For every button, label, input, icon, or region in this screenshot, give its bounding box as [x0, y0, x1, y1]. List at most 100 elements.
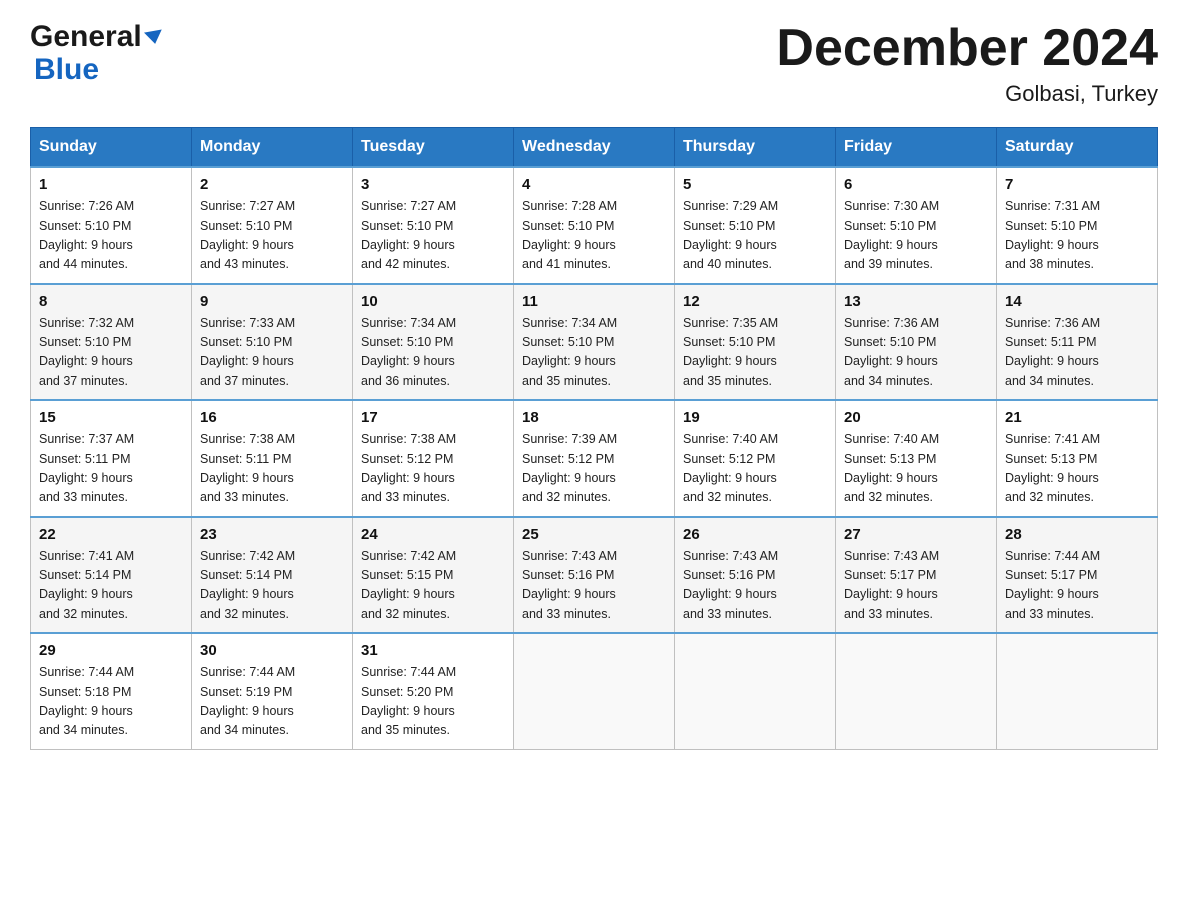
- day-number: 27: [844, 526, 988, 543]
- day-info: Sunrise: 7:43 AMSunset: 5:16 PMDaylight:…: [683, 547, 827, 625]
- table-row: 13 Sunrise: 7:36 AMSunset: 5:10 PMDayligh…: [836, 284, 997, 401]
- day-info: Sunrise: 7:28 AMSunset: 5:10 PMDaylight:…: [522, 197, 666, 275]
- header-wednesday: Wednesday: [514, 128, 675, 168]
- table-row: 8 Sunrise: 7:32 AMSunset: 5:10 PMDaylight…: [31, 284, 192, 401]
- table-row: 27 Sunrise: 7:43 AMSunset: 5:17 PMDayligh…: [836, 517, 997, 634]
- logo: General Blue: [30, 20, 163, 86]
- day-number: 26: [683, 526, 827, 543]
- title-section: December 2024 Golbasi, Turkey: [776, 20, 1158, 107]
- day-number: 24: [361, 526, 505, 543]
- day-number: 12: [683, 293, 827, 310]
- day-number: 8: [39, 293, 183, 310]
- table-row: 14 Sunrise: 7:36 AMSunset: 5:11 PMDayligh…: [997, 284, 1158, 401]
- table-row: 19 Sunrise: 7:40 AMSunset: 5:12 PMDayligh…: [675, 400, 836, 517]
- table-row: 18Sunrise: 7:39 AMSunset: 5:12 PMDayligh…: [514, 400, 675, 517]
- day-info: Sunrise: 7:27 AMSunset: 5:10 PMDaylight:…: [200, 197, 344, 275]
- day-number: 18: [522, 409, 666, 426]
- day-info: Sunrise: 7:44 AMSunset: 5:20 PMDaylight:…: [361, 663, 505, 741]
- day-info: Sunrise: 7:41 AMSunset: 5:13 PMDaylight:…: [1005, 430, 1149, 508]
- day-info: Sunrise: 7:42 AMSunset: 5:15 PMDaylight:…: [361, 547, 505, 625]
- day-info: Sunrise: 7:43 AMSunset: 5:16 PMDaylight:…: [522, 547, 666, 625]
- table-row: 5Sunrise: 7:29 AMSunset: 5:10 PMDaylight…: [675, 167, 836, 284]
- day-number: 7: [1005, 176, 1149, 193]
- day-info: Sunrise: 7:36 AMSunset: 5:10 PMDaylight:…: [844, 314, 988, 392]
- day-number: 14: [1005, 293, 1149, 310]
- table-row: 1 Sunrise: 7:26 AMSunset: 5:10 PMDaylight…: [31, 167, 192, 284]
- day-number: 10: [361, 293, 505, 310]
- day-info: Sunrise: 7:43 AMSunset: 5:17 PMDaylight:…: [844, 547, 988, 625]
- page-header: General Blue December 2024 Golbasi, Turk…: [30, 20, 1158, 107]
- day-number: 9: [200, 293, 344, 310]
- day-number: 29: [39, 642, 183, 659]
- table-row: 30Sunrise: 7:44 AMSunset: 5:19 PMDayligh…: [192, 633, 353, 749]
- table-row: 29 Sunrise: 7:44 AMSunset: 5:18 PMDayligh…: [31, 633, 192, 749]
- day-number: 17: [361, 409, 505, 426]
- day-info: Sunrise: 7:44 AMSunset: 5:17 PMDaylight:…: [1005, 547, 1149, 625]
- calendar-week-row: 22Sunrise: 7:41 AMSunset: 5:14 PMDayligh…: [31, 517, 1158, 634]
- day-info: Sunrise: 7:33 AMSunset: 5:10 PMDaylight:…: [200, 314, 344, 392]
- table-row: [997, 633, 1158, 749]
- table-row: 21 Sunrise: 7:41 AMSunset: 5:13 PMDayligh…: [997, 400, 1158, 517]
- day-number: 13: [844, 293, 988, 310]
- day-number: 20: [844, 409, 988, 426]
- day-info: Sunrise: 7:37 AMSunset: 5:11 PMDaylight:…: [39, 430, 183, 508]
- table-row: 28 Sunrise: 7:44 AMSunset: 5:17 PMDayligh…: [997, 517, 1158, 634]
- day-info: Sunrise: 7:34 AMSunset: 5:10 PMDaylight:…: [361, 314, 505, 392]
- day-number: 28: [1005, 526, 1149, 543]
- header-saturday: Saturday: [997, 128, 1158, 168]
- table-row: 4Sunrise: 7:28 AMSunset: 5:10 PMDaylight…: [514, 167, 675, 284]
- day-number: 22: [39, 526, 183, 543]
- table-row: 22Sunrise: 7:41 AMSunset: 5:14 PMDayligh…: [31, 517, 192, 634]
- logo-blue-text: Blue: [34, 53, 99, 86]
- table-row: 23Sunrise: 7:42 AMSunset: 5:14 PMDayligh…: [192, 517, 353, 634]
- day-info: Sunrise: 7:44 AMSunset: 5:18 PMDaylight:…: [39, 663, 183, 741]
- month-title: December 2024: [776, 20, 1158, 77]
- day-info: Sunrise: 7:26 AMSunset: 5:10 PMDaylight:…: [39, 197, 183, 275]
- header-tuesday: Tuesday: [353, 128, 514, 168]
- day-info: Sunrise: 7:36 AMSunset: 5:11 PMDaylight:…: [1005, 314, 1149, 392]
- day-number: 16: [200, 409, 344, 426]
- day-info: Sunrise: 7:38 AMSunset: 5:11 PMDaylight:…: [200, 430, 344, 508]
- day-number: 19: [683, 409, 827, 426]
- table-row: [836, 633, 997, 749]
- table-row: [514, 633, 675, 749]
- day-info: Sunrise: 7:27 AMSunset: 5:10 PMDaylight:…: [361, 197, 505, 275]
- table-row: 26 Sunrise: 7:43 AMSunset: 5:16 PMDayligh…: [675, 517, 836, 634]
- day-info: Sunrise: 7:38 AMSunset: 5:12 PMDaylight:…: [361, 430, 505, 508]
- day-number: 2: [200, 176, 344, 193]
- day-number: 5: [683, 176, 827, 193]
- day-number: 11: [522, 293, 666, 310]
- day-info: Sunrise: 7:35 AMSunset: 5:10 PMDaylight:…: [683, 314, 827, 392]
- calendar-table: Sunday Monday Tuesday Wednesday Thursday…: [30, 127, 1158, 750]
- table-row: 9 Sunrise: 7:33 AMSunset: 5:10 PMDaylight…: [192, 284, 353, 401]
- table-row: 16 Sunrise: 7:38 AMSunset: 5:11 PMDayligh…: [192, 400, 353, 517]
- day-number: 21: [1005, 409, 1149, 426]
- table-row: 2 Sunrise: 7:27 AMSunset: 5:10 PMDaylight…: [192, 167, 353, 284]
- day-number: 25: [522, 526, 666, 543]
- logo-general-text: General: [30, 20, 163, 53]
- day-number: 3: [361, 176, 505, 193]
- day-info: Sunrise: 7:40 AMSunset: 5:12 PMDaylight:…: [683, 430, 827, 508]
- day-number: 6: [844, 176, 988, 193]
- day-info: Sunrise: 7:34 AMSunset: 5:10 PMDaylight:…: [522, 314, 666, 392]
- day-number: 31: [361, 642, 505, 659]
- table-row: 20Sunrise: 7:40 AMSunset: 5:13 PMDayligh…: [836, 400, 997, 517]
- day-info: Sunrise: 7:30 AMSunset: 5:10 PMDaylight:…: [844, 197, 988, 275]
- table-row: 3 Sunrise: 7:27 AMSunset: 5:10 PMDaylight…: [353, 167, 514, 284]
- calendar-week-row: 1 Sunrise: 7:26 AMSunset: 5:10 PMDaylight…: [31, 167, 1158, 284]
- table-row: 15 Sunrise: 7:37 AMSunset: 5:11 PMDayligh…: [31, 400, 192, 517]
- calendar-header-row: Sunday Monday Tuesday Wednesday Thursday…: [31, 128, 1158, 168]
- header-friday: Friday: [836, 128, 997, 168]
- table-row: 24 Sunrise: 7:42 AMSunset: 5:15 PMDayligh…: [353, 517, 514, 634]
- day-info: Sunrise: 7:32 AMSunset: 5:10 PMDaylight:…: [39, 314, 183, 392]
- header-monday: Monday: [192, 128, 353, 168]
- day-number: 15: [39, 409, 183, 426]
- day-number: 23: [200, 526, 344, 543]
- day-number: 1: [39, 176, 183, 193]
- table-row: 17 Sunrise: 7:38 AMSunset: 5:12 PMDayligh…: [353, 400, 514, 517]
- table-row: 6 Sunrise: 7:30 AMSunset: 5:10 PMDaylight…: [836, 167, 997, 284]
- day-info: Sunrise: 7:31 AMSunset: 5:10 PMDaylight:…: [1005, 197, 1149, 275]
- table-row: 31 Sunrise: 7:44 AMSunset: 5:20 PMDayligh…: [353, 633, 514, 749]
- location-label: Golbasi, Turkey: [776, 81, 1158, 107]
- table-row: 10 Sunrise: 7:34 AMSunset: 5:10 PMDayligh…: [353, 284, 514, 401]
